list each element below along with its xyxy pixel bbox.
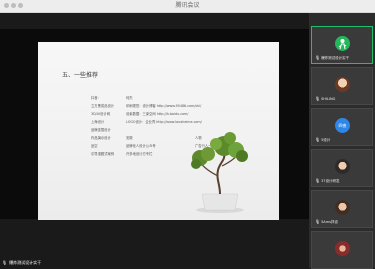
microphone-icon: 🎙 (315, 219, 321, 224)
avatar (335, 200, 350, 215)
participant-sidebar[interactable]: 🎙爆炸测试设计实干 🎙SHILING 四夜 🎙5设计 🎙37设计研发 🎙5Ams… (309, 13, 375, 269)
bonsai-plant-illustration (191, 132, 248, 213)
microphone-icon: 🎙 (315, 178, 321, 183)
avatar: 四夜 (335, 118, 350, 133)
person-icon (338, 39, 347, 50)
participant-name: 5设计 (321, 138, 331, 142)
avatar (335, 159, 350, 174)
presentation-slide: 五、一些推荐 抖音： 何杰 立方黑成品设计 印刷视觉：设计博客 http://www… (38, 42, 279, 220)
window-title: 腾讯会议 (175, 2, 200, 9)
avatar (335, 77, 350, 92)
slide-title: 五、一些推荐 (62, 72, 99, 79)
participant-tile[interactable]: 🎙SHILING (311, 67, 373, 105)
participant-tile[interactable]: 🎙爆炸测试设计实干 (311, 26, 373, 64)
avatar (335, 241, 350, 256)
participant-name: 37设计研发 (321, 179, 340, 183)
microphone-muted-icon: 🎙 (315, 96, 321, 101)
microphone-icon: 🎙 (315, 137, 321, 142)
participant-tile[interactable] (311, 231, 373, 269)
title-bar: 腾讯会议 (0, 0, 375, 13)
avatar (335, 36, 350, 51)
presenter-name-tag: 🎙 爆炸测试设计实干 (2, 260, 42, 265)
participant-tile[interactable]: 四夜 🎙5设计 (311, 108, 373, 146)
participant-name: 5Ams拌设 (321, 220, 338, 224)
participant-name: 爆炸测试设计实干 (321, 56, 350, 60)
participant-name: SHILING (321, 97, 336, 101)
participant-tile[interactable]: 🎙37设计研发 (311, 149, 373, 187)
participant-tile[interactable]: 🎙5Ams拌设 (311, 190, 373, 228)
microphone-icon: 🎙 (2, 260, 8, 265)
microphone-icon: 🎙 (315, 55, 321, 60)
